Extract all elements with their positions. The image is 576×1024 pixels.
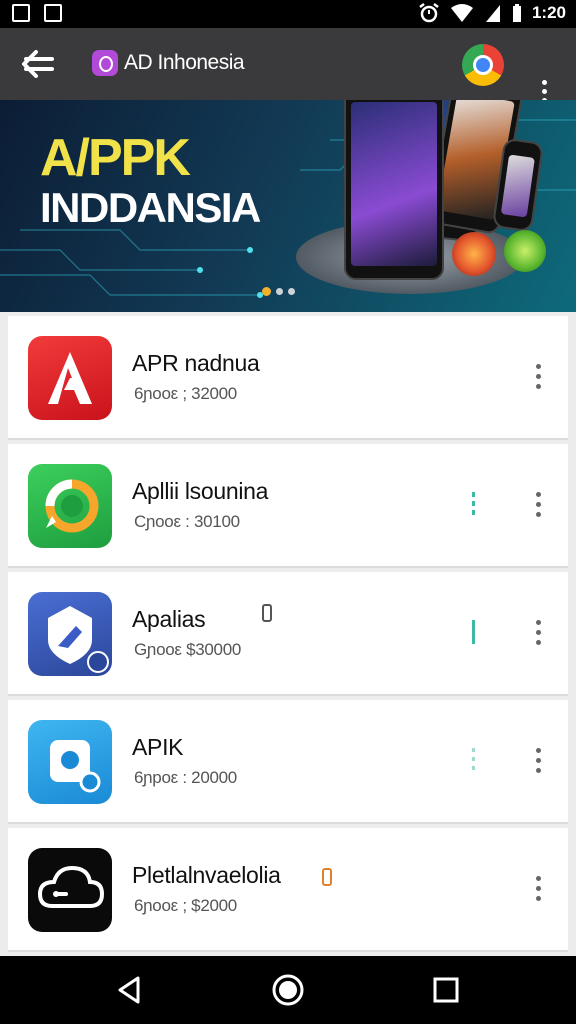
- carousel-dot[interactable]: [276, 288, 283, 295]
- recents-square-icon: [433, 977, 459, 1003]
- alarm-icon: [419, 3, 439, 23]
- app-name: Pletlalnvaelolia: [132, 862, 281, 888]
- nav-home-button[interactable]: [270, 972, 306, 1008]
- app-name: Apllii lsounina: [132, 478, 269, 504]
- status-indicator: [472, 492, 475, 518]
- red-app-badge-icon: [452, 232, 496, 276]
- status-indicator: [472, 620, 475, 644]
- status-indicator: [472, 748, 475, 774]
- chrome-icon[interactable]: [462, 44, 504, 86]
- green-app-badge-icon: [504, 230, 546, 272]
- whatsapp-ring-icon: [28, 464, 112, 548]
- item-overflow-button[interactable]: [530, 876, 546, 904]
- item-overflow-button[interactable]: [530, 492, 546, 520]
- app-title-text: AD Inhonesia: [124, 51, 245, 74]
- clipboard-icon: [322, 868, 332, 886]
- item-overflow-button[interactable]: [530, 620, 546, 648]
- arrow-left-icon: [22, 50, 54, 78]
- system-nav-bar: [0, 956, 576, 1024]
- app-name: APR nadnua: [132, 350, 260, 376]
- home-circle-icon: [272, 974, 304, 1006]
- item-overflow-button[interactable]: [530, 748, 546, 776]
- back-triangle-icon: [118, 976, 140, 1004]
- app-subtitle: Gɲoοε $30000: [134, 640, 242, 659]
- app-name: APIK: [132, 734, 184, 760]
- promo-banner[interactable]: A/PPK INDDANSIA: [0, 100, 576, 312]
- image-icon: [12, 4, 30, 22]
- shield-bird-icon: [28, 592, 112, 676]
- app-subtitle: Cɲoοε : 30100: [134, 512, 240, 531]
- photo-icon: [44, 4, 62, 22]
- app-list: APR nadnua 6ɲoοε ; 32000 Apllii lsounina…: [8, 316, 568, 952]
- battery-icon: [512, 4, 521, 22]
- list-item[interactable]: Apalias Gɲoοε $30000: [8, 572, 568, 696]
- carousel-dot[interactable]: [288, 288, 295, 295]
- status-time: 1:20: [531, 3, 566, 22]
- wifi-icon: [450, 4, 473, 22]
- adobe-a-icon: [28, 336, 112, 420]
- banner-headline: A/PPK: [40, 129, 191, 187]
- app-subtitle: 6ɲoοε ; 32000: [134, 384, 237, 403]
- carousel-indicator[interactable]: [262, 287, 295, 296]
- back-button[interactable]: [20, 48, 56, 80]
- carousel-dot[interactable]: [262, 287, 271, 296]
- phone-mockup: [344, 100, 444, 280]
- nav-recents-button[interactable]: [428, 972, 464, 1008]
- list-item[interactable]: APR nadnua 6ɲoοε ; 32000: [8, 316, 568, 440]
- list-item[interactable]: Apllii lsounina Cɲoοε : 30100: [8, 444, 568, 568]
- app-subtitle: 6ɲpοε : 20000: [134, 768, 237, 787]
- signal-icon: [485, 5, 500, 22]
- app-subtitle: 6ɲooε ; $2000: [134, 896, 237, 915]
- nav-back-button[interactable]: [112, 972, 148, 1008]
- item-overflow-button[interactable]: [530, 364, 546, 392]
- camera-square-icon: [28, 720, 112, 804]
- cloud-icon: [28, 848, 112, 932]
- app-name: Apalias: [132, 606, 206, 632]
- list-item[interactable]: Pletlalnvaelolia 6ɲooε ; $2000: [8, 828, 568, 952]
- app-title: AD Inhonesia: [92, 50, 245, 76]
- list-item[interactable]: APIK 6ɲpοε : 20000: [8, 700, 568, 824]
- banner-subheadline: INDDANSIA: [40, 184, 261, 231]
- clipboard-icon: [262, 604, 272, 622]
- status-bar: 1:20: [0, 0, 576, 28]
- app-logo-icon: [92, 50, 118, 76]
